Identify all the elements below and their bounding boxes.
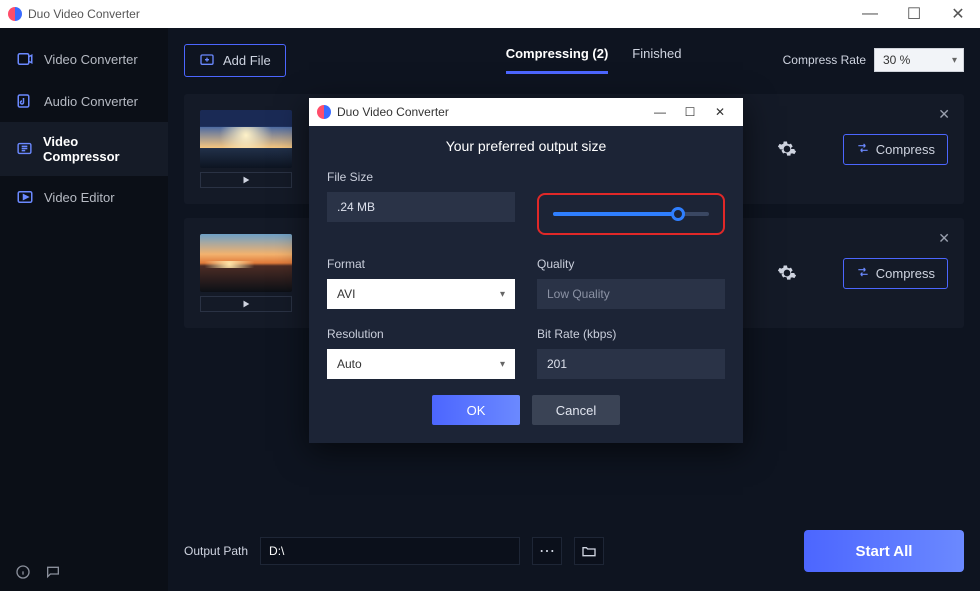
resolution-select[interactable]: Auto▾ — [327, 349, 515, 379]
compress-label: Compress — [876, 142, 935, 157]
chevron-down-icon: ▾ — [500, 359, 505, 370]
window-minimize-button[interactable]: ― — [848, 0, 892, 28]
video-converter-icon — [16, 50, 34, 68]
dialog-title: Duo Video Converter — [337, 105, 449, 119]
sidebar-item-audio-converter[interactable]: Audio Converter — [0, 80, 168, 122]
quality-label: Quality — [537, 257, 725, 271]
tab-compressing[interactable]: Compressing (2) — [506, 46, 609, 74]
compress-icon — [856, 265, 870, 282]
add-file-button[interactable]: Add File — [184, 44, 286, 77]
start-all-button[interactable]: Start All — [804, 530, 964, 572]
video-thumbnail — [200, 110, 292, 168]
audio-converter-icon — [16, 92, 34, 110]
file-size-label: File Size — [327, 170, 515, 184]
sidebar-item-video-converter[interactable]: Video Converter — [0, 38, 168, 80]
add-file-icon — [199, 51, 215, 70]
dialog-heading: Your preferred output size — [327, 138, 725, 154]
add-file-label: Add File — [223, 53, 271, 68]
dialog-close-button[interactable]: ✕ — [705, 105, 735, 119]
app-logo-icon — [8, 7, 22, 21]
format-label: Format — [327, 257, 515, 271]
settings-gear-icon[interactable] — [775, 261, 799, 285]
dialog-minimize-button[interactable]: ― — [645, 105, 675, 119]
app-logo-icon — [317, 105, 331, 119]
sidebar: Video Converter Audio Converter Video Co… — [0, 28, 168, 591]
quality-value: Low Quality — [537, 279, 725, 309]
app-title: Duo Video Converter — [28, 7, 848, 21]
sidebar-item-label: Video Editor — [44, 190, 115, 205]
settings-gear-icon[interactable] — [775, 137, 799, 161]
bitrate-input[interactable]: 201 — [537, 349, 725, 379]
tab-finished[interactable]: Finished — [632, 46, 681, 74]
resolution-label: Resolution — [327, 327, 515, 341]
format-select[interactable]: AVI▾ — [327, 279, 515, 309]
compress-button[interactable]: Compress — [843, 258, 948, 289]
dialog-titlebar: Duo Video Converter ― ☐ ✕ — [309, 98, 743, 126]
window-maximize-button[interactable]: ☐ — [892, 0, 936, 28]
compress-icon — [856, 141, 870, 158]
compress-rate-select[interactable]: 30 % ▾ — [874, 48, 964, 72]
video-editor-icon — [16, 188, 34, 206]
chevron-down-icon: ▾ — [952, 55, 957, 66]
open-folder-button[interactable] — [574, 537, 604, 565]
sidebar-item-label: Video Compressor — [43, 134, 152, 164]
dialog-maximize-button[interactable]: ☐ — [675, 105, 705, 119]
output-path-label: Output Path — [184, 544, 248, 558]
sidebar-item-label: Video Converter — [44, 52, 138, 67]
output-size-dialog: Duo Video Converter ― ☐ ✕ Your preferred… — [309, 98, 743, 443]
sidebar-item-video-editor[interactable]: Video Editor — [0, 176, 168, 218]
file-size-value: .24 MB — [327, 192, 515, 222]
titlebar: Duo Video Converter ― ☐ ✕ — [0, 0, 980, 28]
info-icon[interactable] — [14, 563, 32, 581]
play-button[interactable] — [200, 172, 292, 188]
bitrate-label: Bit Rate (kbps) — [537, 327, 725, 341]
compress-rate-label: Compress Rate — [783, 53, 866, 67]
sidebar-item-video-compressor[interactable]: Video Compressor — [0, 122, 168, 176]
feedback-icon[interactable] — [44, 563, 62, 581]
chevron-down-icon: ▾ — [500, 289, 505, 300]
compress-label: Compress — [876, 266, 935, 281]
remove-item-button[interactable]: ✕ — [938, 106, 950, 123]
slider-handle[interactable] — [671, 207, 685, 221]
compress-rate-value: 30 % — [883, 53, 910, 67]
sidebar-item-label: Audio Converter — [44, 94, 138, 109]
ok-button[interactable]: OK — [432, 395, 520, 425]
video-thumbnail — [200, 234, 292, 292]
video-compressor-icon — [16, 140, 33, 158]
browse-path-button[interactable]: ⋯ — [532, 537, 562, 565]
cancel-button[interactable]: Cancel — [532, 395, 620, 425]
window-close-button[interactable]: ✕ — [936, 0, 980, 28]
output-path-input[interactable]: D:\ — [260, 537, 520, 565]
remove-item-button[interactable]: ✕ — [938, 230, 950, 247]
play-button[interactable] — [200, 296, 292, 312]
compress-button[interactable]: Compress — [843, 134, 948, 165]
file-size-slider[interactable] — [537, 193, 725, 235]
